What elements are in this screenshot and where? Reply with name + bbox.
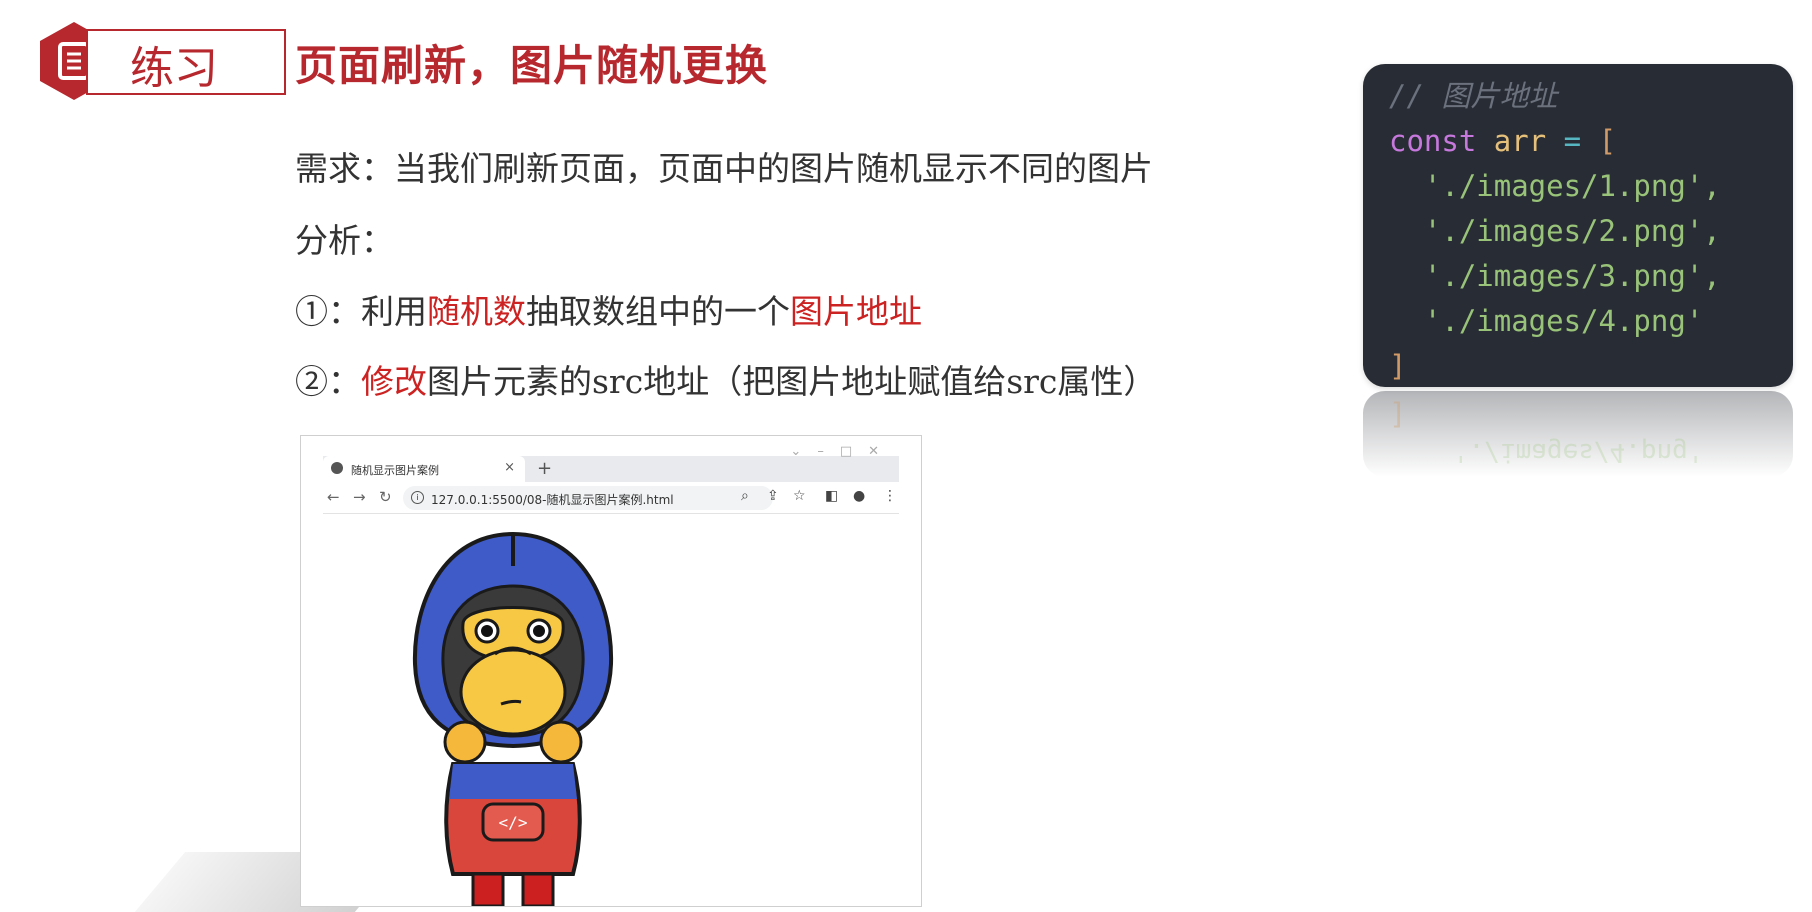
step-2-rest: 图片元素的src地址（把图片地址赋值给src属性）	[427, 362, 1157, 401]
reflection-item: './images/4.png'	[1453, 437, 1704, 467]
zoom-icon[interactable]: ⌕	[741, 488, 749, 504]
step-1-highlight-random: 随机数	[427, 292, 526, 331]
back-icon[interactable]: ←	[327, 488, 340, 506]
code-var: arr	[1493, 124, 1547, 158]
step-1-middle: 抽取数组中的一个	[526, 292, 790, 331]
code-item: './images/3.png',	[1423, 259, 1721, 293]
step-1-prefix: ①：利用	[295, 292, 427, 331]
new-tab-icon[interactable]: +	[537, 458, 552, 479]
code-item: './images/4.png'	[1423, 304, 1704, 338]
info-icon[interactable]: i	[411, 491, 424, 504]
section-badge: 练习	[38, 22, 286, 100]
sidepanel-icon[interactable]: ◧	[825, 488, 838, 504]
url-text: 127.0.0.1:5500/08-随机显示图片案例.html	[431, 493, 674, 507]
window-controls[interactable]: ⌄–□✕	[790, 444, 895, 459]
code-comment: // 图片地址	[1389, 79, 1558, 113]
share-icon[interactable]: ⇪	[767, 488, 779, 504]
menu-icon[interactable]: ⋮	[883, 488, 897, 504]
reflection-bracket: ]	[1389, 397, 1407, 431]
close-tab-icon[interactable]: ×	[504, 460, 515, 475]
code-item: './images/1.png',	[1423, 169, 1721, 203]
browser-tab[interactable]: 随机显示图片案例 ×	[323, 456, 525, 482]
code-open-bracket: [	[1598, 124, 1617, 158]
code-op: =	[1563, 124, 1582, 158]
browser-screenshot: 随机显示图片案例 × + ⌄–□✕ ← → ↻ i 127.0.0.1:5500…	[300, 435, 922, 907]
page-title: 页面刷新，图片随机更换	[295, 41, 769, 90]
step-1: ①：利用随机数抽取数组中的一个图片地址	[295, 285, 922, 333]
profile-icon[interactable]: ●	[853, 488, 865, 504]
step-2-highlight: 修改	[361, 362, 427, 401]
code-close-bracket: ]	[1389, 349, 1407, 383]
browser-viewport: </>	[323, 514, 899, 906]
tab-title: 随机显示图片案例	[351, 464, 439, 477]
step-1-highlight-url: 图片地址	[790, 292, 922, 331]
code-block: // 图片地址 const arr = [ './images/1.png', …	[1363, 64, 1793, 387]
step-2: ②：修改图片元素的src地址（把图片地址赋值给src属性）	[295, 355, 1156, 403]
requirement-text: 需求：当我们刷新页面，页面中的图片随机显示不同的图片	[295, 149, 1153, 188]
tab-bar: 随机显示图片案例 × + ⌄–□✕	[323, 444, 899, 482]
step-2-prefix: ②：	[295, 362, 361, 401]
globe-icon	[331, 462, 343, 474]
address-bar: ← → ↻ i 127.0.0.1:5500/08-随机显示图片案例.html …	[323, 483, 899, 514]
url-field[interactable]: i 127.0.0.1:5500/08-随机显示图片案例.html	[403, 486, 773, 510]
svg-text:</>: </>	[499, 813, 528, 832]
star-icon[interactable]: ☆	[793, 488, 806, 504]
badge-label: 练习	[130, 43, 218, 94]
code-keyword: const	[1389, 124, 1477, 158]
code-reflection: ] './images/4.png'	[1363, 391, 1793, 477]
forward-icon[interactable]: →	[353, 488, 366, 506]
code-item: './images/2.png',	[1423, 214, 1721, 248]
monkey-mascot-image: </>	[412, 531, 614, 906]
analysis-label: 分析：	[295, 221, 394, 260]
reload-icon[interactable]: ↻	[379, 488, 392, 506]
